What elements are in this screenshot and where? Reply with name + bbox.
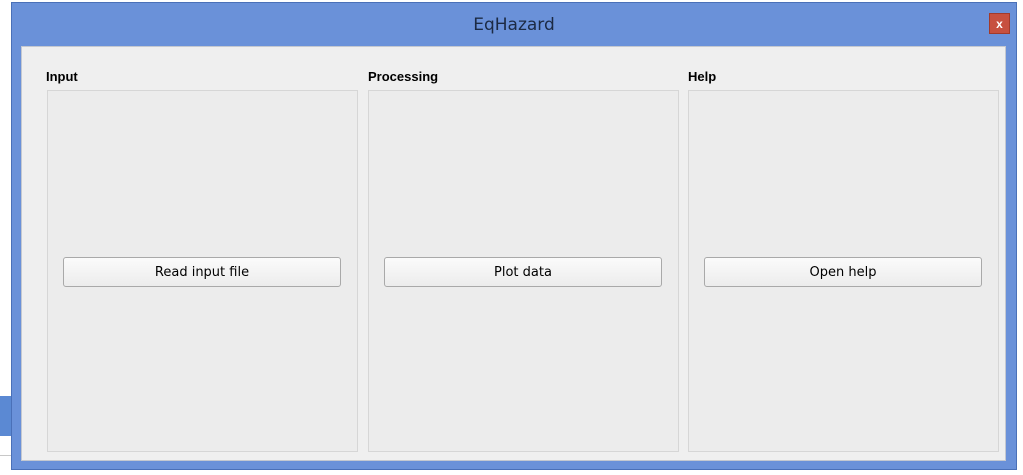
processing-group: Plot data	[368, 90, 679, 452]
input-group-label: Input	[46, 69, 78, 84]
open-help-button[interactable]: Open help	[704, 257, 982, 287]
title-bar[interactable]: EqHazard x	[12, 3, 1016, 46]
close-button[interactable]: x	[989, 13, 1010, 34]
processing-group-label: Processing	[368, 69, 439, 84]
main-window: EqHazard x Input Read input file Process…	[11, 2, 1017, 470]
help-group: Open help	[688, 90, 999, 452]
input-group: Read input file	[47, 90, 358, 452]
client-area: Input Read input file Processing Plot da…	[21, 46, 1006, 461]
help-group-label: Help	[688, 69, 717, 84]
plot-data-button[interactable]: Plot data	[384, 257, 662, 287]
read-input-file-button[interactable]: Read input file	[63, 257, 341, 287]
window-title: EqHazard	[473, 15, 555, 35]
close-icon: x	[996, 16, 1003, 31]
